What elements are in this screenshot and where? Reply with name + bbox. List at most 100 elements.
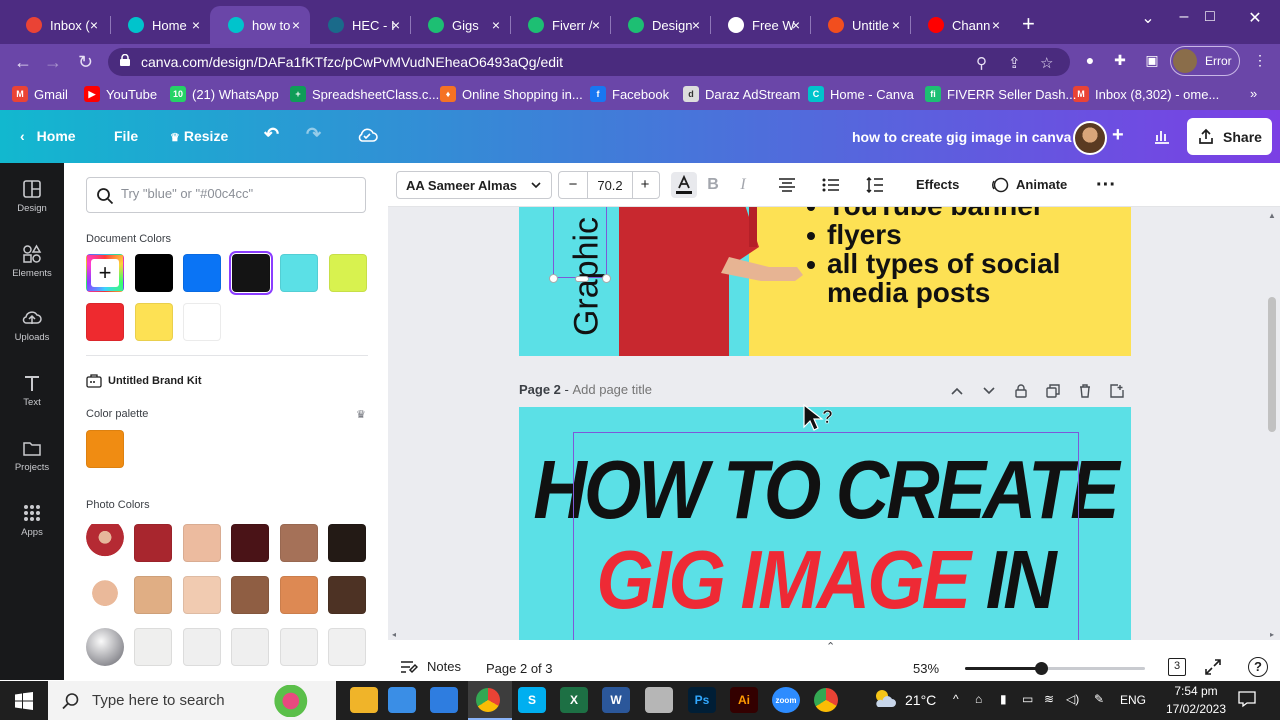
photo-color-swatch[interactable] — [328, 576, 366, 614]
color-search-input[interactable] — [121, 186, 351, 201]
page-grid-button[interactable]: 3 — [1168, 658, 1186, 676]
zoom-slider-knob[interactable] — [1034, 662, 1048, 675]
browser-tab[interactable]: HEC - I × — [310, 6, 410, 44]
close-tab-icon[interactable]: × — [192, 18, 200, 32]
side-panel-icon[interactable]: ▣ — [1142, 52, 1162, 72]
photo-color-swatch[interactable] — [279, 524, 318, 562]
new-tab-icon[interactable]: + — [1022, 13, 1035, 35]
rail-item-projects[interactable]: Projects — [0, 438, 64, 473]
photo-color-swatch[interactable] — [231, 628, 269, 666]
photo-color-swatch[interactable] — [279, 576, 318, 614]
bookmark-item[interactable]: 10 (21) WhatsApp — [170, 86, 279, 102]
photo-thumbnail[interactable] — [86, 524, 124, 562]
add-collaborator-icon[interactable]: + — [1112, 124, 1124, 147]
font-size-value[interactable]: 70.2 — [587, 172, 633, 198]
taskbar-search-input[interactable] — [92, 692, 292, 709]
taskbar-search[interactable] — [48, 681, 336, 720]
bookmark-star-icon[interactable]: ☆ — [1040, 54, 1053, 72]
color-swatch[interactable] — [134, 254, 173, 292]
bookmark-item[interactable]: fi FIVERR Seller Dash... — [925, 86, 1076, 102]
back-arrow-icon[interactable]: ← — [14, 52, 32, 72]
photo-color-swatch[interactable] — [134, 524, 172, 562]
close-tab-icon[interactable]: × — [392, 18, 400, 32]
resize-handle[interactable] — [575, 276, 589, 282]
minimize-icon[interactable]: – — [1172, 8, 1196, 26]
font-family-dropdown[interactable]: AA Sameer Almas — [396, 171, 552, 199]
forward-arrow-icon[interactable]: → — [44, 52, 62, 72]
address-bar[interactable]: canva.com/design/DAFa1fKTfzc/pCwPvMVudNE… — [108, 48, 1070, 76]
maximize-icon[interactable]: □ — [1198, 8, 1222, 26]
extensions-puzzle-icon[interactable]: ✚ — [1110, 52, 1130, 72]
notes-button[interactable]: Notes — [400, 659, 461, 674]
bold-icon[interactable]: B — [702, 174, 724, 196]
photo-color-swatch[interactable] — [231, 576, 269, 614]
tray-chevron-up-icon[interactable]: ^ — [953, 692, 959, 706]
file-explorer-icon[interactable] — [350, 687, 378, 713]
browser-tab[interactable]: Inbox (× — [8, 6, 108, 44]
bookmark-item[interactable]: + SpreadsheetClass.c... — [290, 86, 439, 102]
home-link[interactable]: ‹ Home — [20, 128, 76, 144]
paint-icon[interactable] — [645, 687, 673, 713]
align-center-icon[interactable] — [776, 174, 798, 196]
mail-icon[interactable] — [430, 687, 458, 713]
file-menu-button[interactable]: File — [114, 128, 138, 144]
close-tab-icon[interactable]: × — [492, 18, 500, 32]
spacing-icon[interactable] — [864, 174, 886, 196]
services-list[interactable]: YouTube bannerflyersall types of socialm… — [805, 207, 1060, 307]
rail-item-text[interactable]: Text — [0, 373, 64, 408]
network-icon[interactable]: ▭ — [1022, 692, 1033, 706]
color-swatch[interactable] — [280, 254, 318, 292]
browser-tab[interactable]: Design × — [610, 6, 710, 44]
bookmark-item[interactable]: M Gmail — [12, 86, 68, 102]
extension-avatar-icon[interactable]: ● — [1080, 52, 1100, 72]
add-color-button[interactable]: + — [86, 254, 124, 292]
share-button[interactable]: Share — [1187, 118, 1272, 155]
color-search[interactable] — [86, 177, 366, 213]
chrome-menu-icon[interactable]: ⋮ — [1250, 52, 1270, 72]
color-swatch[interactable] — [183, 254, 221, 292]
insights-chart-icon[interactable] — [1152, 126, 1172, 146]
reload-icon[interactable]: ↻ — [78, 52, 93, 72]
bookmark-item[interactable]: C Home - Canva — [808, 86, 914, 102]
share-page-icon[interactable]: ⇪ — [1008, 54, 1021, 72]
page-title-input[interactable] — [572, 382, 703, 397]
photo-color-swatch[interactable] — [279, 628, 318, 666]
chrome-icon[interactable] — [814, 688, 838, 712]
close-tab-icon[interactable]: × — [692, 18, 700, 32]
delete-page-icon[interactable] — [1076, 382, 1094, 400]
illustrator-icon[interactable]: Ai — [730, 687, 758, 713]
pen-icon[interactable]: ✎ — [1094, 692, 1104, 706]
redo-icon[interactable]: ↷ — [306, 124, 321, 145]
browser-tab[interactable]: Chann × — [910, 6, 1010, 44]
more-options-icon[interactable]: ··· — [1095, 174, 1117, 196]
word-icon[interactable]: W — [602, 687, 630, 713]
close-tab-icon[interactable]: × — [892, 18, 900, 32]
bookmark-item[interactable]: ▶ YouTube — [84, 86, 157, 102]
wifi-icon[interactable]: ≋ — [1044, 692, 1054, 706]
zoom-percentage[interactable]: 53% — [913, 661, 939, 676]
document-title[interactable]: how to create gig image in canva — [852, 129, 1071, 145]
animate-button[interactable]: Animate — [1016, 177, 1067, 192]
fullscreen-icon[interactable] — [1204, 658, 1222, 676]
color-swatch[interactable] — [134, 303, 173, 341]
zoom-icon[interactable]: zoom — [772, 687, 800, 713]
palette-swatch[interactable] — [86, 430, 124, 468]
browser-tab[interactable]: Gigs × — [410, 6, 510, 44]
close-tab-icon[interactable]: × — [992, 18, 1000, 32]
browser-tab[interactable]: Home × — [110, 6, 210, 44]
photoshop-icon[interactable]: Ps — [688, 687, 716, 713]
undo-icon[interactable]: ↶ — [264, 124, 279, 145]
photo-color-swatch[interactable] — [231, 524, 269, 562]
chevron-up-icon[interactable]: ⌃ — [826, 640, 835, 653]
color-swatch[interactable] — [228, 251, 273, 295]
duplicate-page-icon[interactable] — [1044, 382, 1062, 400]
bookmark-item[interactable]: d Daraz AdStream — [683, 86, 800, 102]
bookmarks-overflow-icon[interactable]: » — [1250, 86, 1257, 101]
resize-handle[interactable] — [549, 274, 558, 283]
weather-icon[interactable] — [872, 687, 898, 711]
rail-item-uploads[interactable]: Uploads — [0, 308, 64, 343]
rail-item-elements[interactable]: Elements — [0, 244, 64, 279]
photo-color-swatch[interactable] — [182, 576, 221, 614]
zoom-slider[interactable] — [965, 662, 1145, 675]
resize-handle[interactable] — [602, 274, 611, 283]
